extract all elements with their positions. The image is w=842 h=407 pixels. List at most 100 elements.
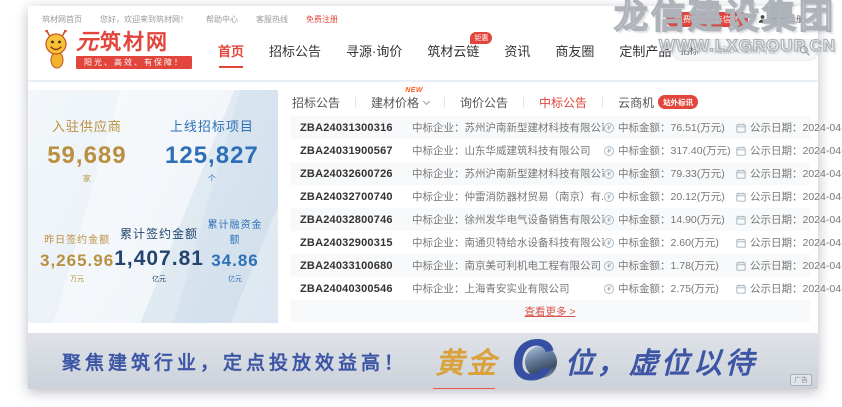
tender-id[interactable]: ZBA24033100680 (300, 260, 412, 272)
banner-gold-text: 黄金 (435, 340, 499, 382)
publish-date-text: 公示日期：2024-04-09 (750, 281, 842, 296)
table-row[interactable]: ZBA24040300546中标企业：上海青安实业有限公司¥中标金额：2.75(… (290, 277, 810, 300)
external-tender-badge: 站外标讯 (658, 95, 698, 109)
banner-letter-wrap: C (511, 333, 553, 389)
calendar-icon (736, 284, 746, 294)
tender-id[interactable]: ZBA24032900315 (300, 237, 412, 249)
bid-amount-text: 中标金额：20.12(万元) (618, 189, 725, 204)
publish-date: 公示日期：2024-04-09 (736, 258, 842, 273)
nav-item[interactable]: 筑材云链钜惠 (427, 41, 479, 60)
stat-suppliers: 入驻供应商 59,689 家 (47, 116, 126, 184)
bid-amount: ¥ 中标金额：317.40(万元) (604, 143, 736, 158)
banner-text-left: 聚焦建筑行业，定点投放效益高！ (62, 348, 407, 375)
search-icon[interactable] (799, 45, 810, 56)
main-content: 入驻供应商 59,689 家 上线招标项目 125,827 个 昨日签约金额 3… (28, 82, 818, 323)
bid-amount-text: 中标金额：317.40(万元) (618, 143, 731, 158)
topbar-link[interactable]: 您好，欢迎来到筑材网！ (100, 15, 188, 24)
table-row[interactable]: ZBA24032800746中标企业：徐州发华电气设备销售有限公司¥中标金额：1… (290, 208, 810, 231)
search-category-value: 招标 (680, 44, 698, 57)
tender-id[interactable]: ZBA24040300546 (300, 283, 412, 295)
chevron-down-icon (423, 97, 430, 104)
yen-icon: ¥ (604, 169, 614, 179)
site-card: 筑材网首页 您好，欢迎来到筑材网！ 帮助中心 客服热线 免费注册 免费发布招标信息 登录… (28, 6, 818, 389)
calendar-icon (736, 215, 746, 225)
winner-company: 中标企业：南通贝特给水设备科技有限公司 (412, 235, 604, 250)
table-row[interactable]: ZBA24032600726中标企业：苏州沪南新型建材科技有限公司¥中标金额：7… (290, 162, 810, 185)
bid-amount: ¥ 中标金额：2.75(万元) (604, 281, 736, 296)
more-row: 查看更多 > (290, 300, 810, 322)
tab-divider (355, 97, 356, 107)
tender-table: ZBA24031300316中标企业：苏州沪南新型建材科技有限公司¥中标金额：7… (290, 116, 810, 300)
promo-badge: 钜惠 (470, 32, 492, 44)
tab-label: 中标公告 (539, 94, 587, 111)
nav-label: 筑材云链 (427, 44, 479, 59)
nav-label: 寻源·询价 (346, 44, 402, 59)
tender-id[interactable]: ZBA24032700740 (300, 191, 412, 203)
brand-slogan: 阳光、高效、有保障！ (76, 56, 192, 69)
table-row[interactable]: ZBA24031300316中标企业：苏州沪南新型建材科技有限公司¥中标金额：7… (290, 116, 810, 139)
topbar-links: 筑材网首页 您好，欢迎来到筑材网！ 帮助中心 客服热线 免费注册 (42, 14, 356, 25)
nav-item[interactable]: 商友圈 (555, 41, 594, 60)
table-row[interactable]: ZBA24032700740中标企业：仲雷消防器材贸易（南京）有...¥中标金额… (290, 185, 810, 208)
table-row[interactable]: ZBA24031900567中标企业：山东华威建筑科技有限公司¥ 中标金额：317… (290, 139, 810, 162)
nav-item[interactable]: 寻源·询价 (346, 41, 402, 60)
tab-divider (602, 97, 603, 107)
nav-item[interactable]: 招标公告 (269, 41, 321, 60)
winner-company: 中标企业：山东华威建筑科技有限公司 (412, 143, 604, 158)
top-utility-bar: 筑材网首页 您好，欢迎来到筑材网！ 帮助中心 客服热线 免费注册 免费发布招标信息 登录… (28, 6, 818, 26)
calendar-icon (736, 192, 746, 202)
nav-label: 首页 (218, 44, 244, 59)
topbar-link[interactable]: 客服热线 (256, 15, 288, 24)
page-stage: 筑材网首页 您好，欢迎来到筑材网！ 帮助中心 客服热线 免费注册 免费发布招标信息 登录… (0, 0, 842, 407)
tender-id[interactable]: ZBA24032600726 (300, 168, 412, 180)
tender-id[interactable]: ZBA24031900567 (300, 145, 412, 157)
table-row[interactable]: ZBA24032900315中标企业：南通贝特给水设备科技有限公司¥中标金额：2… (290, 231, 810, 254)
nav-item[interactable]: 定制产品 (619, 41, 671, 60)
tender-id[interactable]: ZBA24032800746 (300, 214, 412, 226)
login-label: 登录/注册 (770, 14, 804, 25)
site-header: 元 筑材网 阳光、高效、有保障！ 首页招标公告寻源·询价筑材云链钜惠资讯商友圈定… (28, 26, 818, 72)
banner-text-right: 位，虚位以待 (565, 340, 757, 382)
bid-amount-text: 中标金额：2.60(万元) (618, 235, 719, 250)
topbar-link[interactable]: 免费注册 (306, 15, 338, 24)
tab-item[interactable]: 云商机站外标讯 (616, 94, 700, 111)
search-input[interactable] (713, 45, 793, 55)
search-box: 招标 (671, 39, 819, 61)
yen-icon: ¥ (604, 146, 614, 156)
bid-amount-text: 中标金额：1.78(万元) (618, 258, 719, 273)
announcement-board: 招标公告 建材价格NEW 询价公告 中标公告 云商机站外标讯 ZBA2403130031… (278, 90, 810, 323)
nav-item[interactable]: 资讯 (504, 41, 530, 60)
topbar-link[interactable]: 帮助中心 (206, 15, 238, 24)
calendar-icon (736, 261, 746, 271)
publish-date-text: 公示日期：2024-04-09 (750, 258, 842, 273)
main-nav: 首页 招标公告 寻源·询价 筑材云链钜惠 资讯 商友圈 定制产品 (218, 41, 671, 60)
tab-item[interactable]: 建材价格NEW (369, 94, 431, 111)
publish-date-text: 公示日期：2024-04-09 (750, 212, 842, 227)
table-row[interactable]: ZBA24033100680中标企业：南京美可利机电工程有限公司¥中标金额：1.… (290, 254, 810, 277)
tab-item[interactable]: 招标公告 (290, 94, 342, 111)
login-register-link[interactable]: 登录/注册 (758, 14, 804, 25)
search-category-select[interactable]: 招标 (680, 44, 707, 57)
tab-label: 询价公告 (460, 94, 508, 111)
bid-amount: ¥中标金额：20.12(万元) (604, 189, 736, 204)
tender-id[interactable]: ZBA24031300316 (300, 122, 412, 134)
bid-amount-text: 中标金额：2.75(万元) (618, 281, 719, 296)
yen-icon: ¥ (604, 284, 614, 294)
publish-date: 公示日期：2024-04-09 (736, 281, 842, 296)
publish-tender-button[interactable]: 免费发布招标信息 (666, 12, 748, 27)
winner-company: 中标企业：南京美可利机电工程有限公司 (412, 258, 604, 273)
view-more-link[interactable]: 查看更多 > (524, 304, 575, 319)
nav-item[interactable]: 首页 (218, 41, 244, 60)
stat-total-signed: 累计签约金额 1,407.81 亿元 (114, 225, 204, 284)
chevron-down-icon (701, 48, 707, 52)
tab-active[interactable]: 中标公告 (537, 94, 589, 111)
tab-divider (523, 97, 524, 107)
ad-banner[interactable]: 聚焦建筑行业，定点投放效益高！ 黄金 C 位，虚位以待 广告 (28, 333, 818, 389)
topbar-link[interactable]: 筑材网首页 (42, 15, 82, 24)
bid-amount-text: 中标金额：79.33(万元) (618, 166, 725, 181)
stat-total-financing: 累计融资金额 34.86 亿元 (204, 216, 266, 284)
calendar-icon (736, 123, 746, 133)
banner-letter-c: C (511, 333, 553, 389)
brand-logo[interactable]: 元 筑材网 阳光、高效、有保障！ (76, 31, 192, 69)
tab-item[interactable]: 询价公告 (458, 94, 510, 111)
